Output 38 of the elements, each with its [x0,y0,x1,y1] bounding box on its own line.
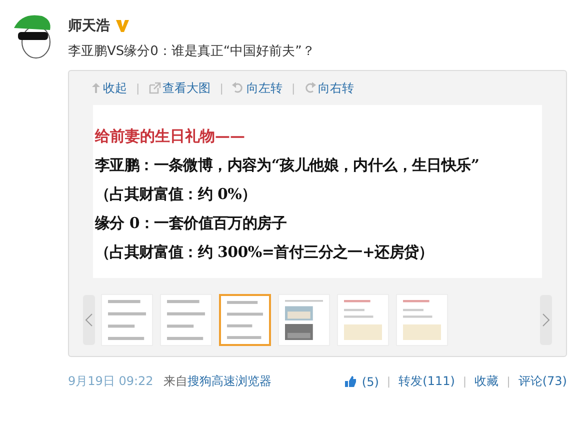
text-thumbnail-drawing [108,300,146,340]
toolbar-link[interactable]: 向左转 [232,80,282,96]
toolbar-link[interactable]: 查看大图 [148,80,211,96]
separator: | [220,82,224,94]
chevron-left-icon [85,313,93,327]
separator: | [462,375,467,388]
rotate-left-icon [232,82,244,94]
action-link[interactable]: 转发(111) [398,373,455,390]
toolbar-link[interactable]: 向右转 [304,80,354,96]
document-thumbnail-drawing [403,300,441,340]
source-link[interactable]: 搜狗高速浏览器 [187,373,272,390]
up-arrow-icon [91,82,101,94]
image-text-line: 缘分 0：一套价值百万的房子 [95,214,288,233]
image-text-line: （占其财富值：约 300%=首付三分之一+还房贷） [95,243,434,262]
image-text-line: 李亚鹏：一条微博，内容为“孩儿他娘，内什么，生日快乐” [95,156,480,175]
action-link[interactable]: (5) [362,374,379,388]
external-link-icon [148,82,161,94]
author-name[interactable]: 师天浩 [68,17,110,35]
chevron-right-icon [542,313,550,327]
separator: | [386,375,391,388]
text-thumbnail-drawing [227,301,263,339]
document-thumbnail-drawing [344,300,382,340]
thumbs-up-icon [344,375,357,388]
separator: | [291,82,296,94]
action-link[interactable]: 收藏 [474,373,499,390]
previous-button[interactable] [83,295,95,345]
next-button[interactable] [540,295,552,345]
source-label: 来自 [163,373,188,390]
image-text-line: （占其财富值：约 0%） [95,185,258,204]
separator: | [136,82,140,94]
toolbar-link[interactable]: 收起 [91,80,127,96]
rotate-right-icon [304,82,316,94]
thumbnail[interactable] [219,294,271,346]
action-link[interactable]: 评论(73) [518,373,567,390]
post-text: 李亚鹏VS缘分0：谁是真正“中国好前夫”？ [68,43,316,60]
image-heading: 给前妻的生日礼物—— [95,127,246,146]
separator: | [506,375,510,388]
text-thumbnail-drawing [167,300,205,340]
